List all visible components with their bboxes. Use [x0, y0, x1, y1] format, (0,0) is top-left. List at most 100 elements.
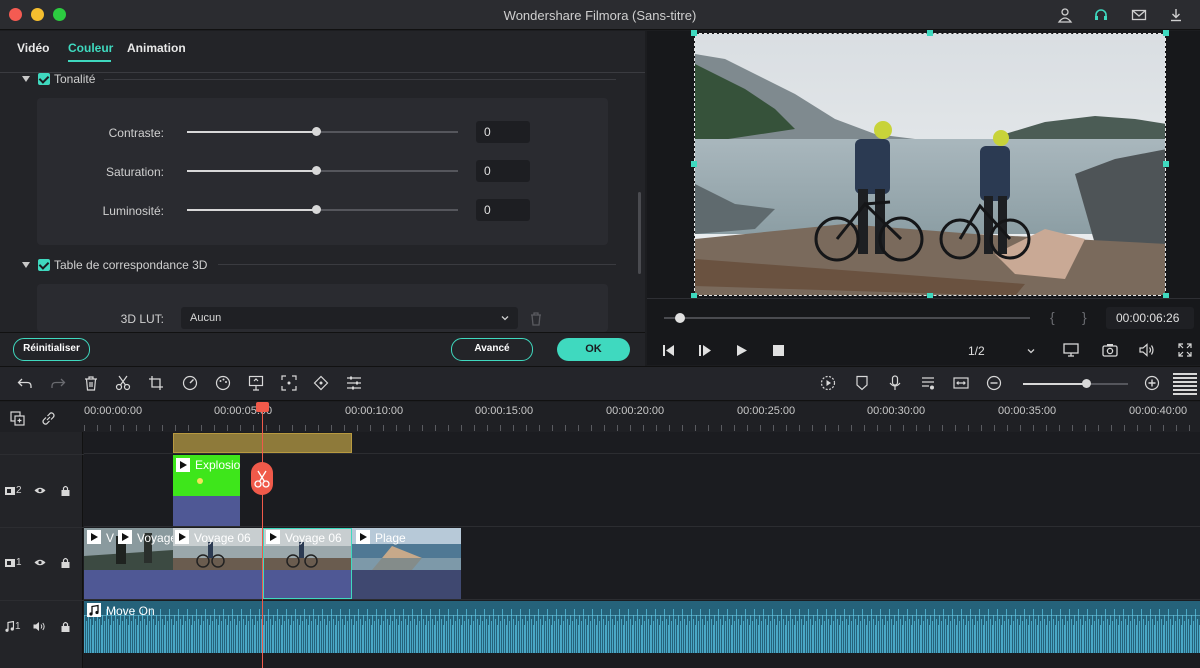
scissors-icon[interactable] [115, 375, 131, 391]
lock-icon[interactable] [61, 621, 70, 632]
divider [0, 527, 84, 528]
eye-icon[interactable] [34, 558, 46, 567]
eye-icon[interactable] [34, 486, 46, 495]
ruler-timecode: 00:00:40:00 [1129, 405, 1188, 417]
trash-icon[interactable] [529, 311, 543, 326]
pan-zoom-icon[interactable] [248, 375, 264, 391]
preview-ratio-select[interactable]: 1/2 [968, 344, 985, 358]
link-icon[interactable] [41, 411, 56, 426]
track-header-column [0, 432, 83, 668]
tab-video[interactable]: Vidéo [17, 41, 49, 55]
track-number: 2 [16, 485, 22, 496]
audio-meter-icon[interactable] [1173, 373, 1197, 395]
resize-handle[interactable] [1163, 161, 1169, 167]
video-clip-play-icon [356, 530, 370, 544]
lock-icon[interactable] [61, 485, 70, 496]
marker-icon[interactable] [854, 375, 870, 391]
audio-clip[interactable] [84, 601, 1200, 653]
playback-progress-knob[interactable] [675, 313, 685, 323]
stop-icon[interactable] [773, 345, 784, 356]
keyframe-tag-icon[interactable] [313, 375, 329, 391]
lut-checkbox[interactable] [38, 259, 50, 271]
audio-mixer-icon[interactable] [920, 375, 936, 391]
playback-progress-track[interactable] [664, 317, 1030, 319]
mark-out-button[interactable]: } [1082, 309, 1087, 325]
clip-name: V [106, 531, 115, 545]
ruler-timecode: 00:00:30:00 [867, 405, 926, 417]
resize-handle[interactable] [927, 30, 933, 36]
brightness-value-input[interactable]: 0 [476, 199, 530, 221]
reset-button[interactable]: Réinitialiser [13, 338, 90, 361]
redo-icon[interactable] [50, 375, 66, 391]
playhead-handle[interactable] [256, 402, 269, 412]
fullscreen-icon[interactable] [1178, 343, 1192, 357]
collapse-caret-icon[interactable] [22, 76, 30, 82]
video-clip-play-icon [118, 530, 132, 544]
contrast-slider-fill [187, 131, 316, 133]
clip-name: Voyage 06 [285, 531, 342, 545]
clip-name: Voyage 06 [194, 531, 251, 545]
track-number: 1 [16, 557, 22, 568]
video-track-icon [5, 487, 15, 495]
split-marker[interactable] [251, 462, 273, 495]
saturation-slider-knob[interactable] [312, 166, 321, 175]
saturation-value-input[interactable]: 0 [476, 160, 530, 182]
ok-button[interactable]: OK [557, 338, 630, 361]
undo-icon[interactable] [17, 375, 33, 391]
lock-icon[interactable] [61, 557, 70, 568]
scissors-icon [254, 470, 270, 488]
voiceover-mic-icon[interactable] [887, 375, 903, 391]
contrast-value-input[interactable]: 0 [476, 121, 530, 143]
title-bar: Wondershare Filmora (Sans-titre) [0, 0, 1200, 30]
panel-scrollbar[interactable] [638, 192, 641, 274]
play-pause-icon[interactable] [698, 344, 712, 357]
mark-in-button[interactable]: { [1050, 309, 1055, 325]
snapshot-camera-icon[interactable] [1102, 343, 1118, 357]
account-icon[interactable] [1057, 7, 1073, 23]
contrast-slider-knob[interactable] [312, 127, 321, 136]
previous-frame-icon[interactable] [662, 344, 676, 357]
tone-checkbox[interactable] [38, 73, 50, 85]
delete-icon[interactable] [83, 375, 99, 391]
stabilization-icon[interactable] [281, 375, 297, 391]
playhead-line [262, 410, 263, 668]
support-headset-icon[interactable] [1093, 7, 1109, 23]
zoom-out-icon[interactable] [986, 375, 1002, 391]
audio-adjust-icon[interactable] [346, 375, 362, 391]
video-clip-play-icon [176, 458, 190, 472]
display-monitor-icon[interactable] [1063, 343, 1079, 358]
timeline-zoom-knob[interactable] [1082, 379, 1091, 388]
divider [647, 298, 1200, 299]
advanced-button[interactable]: Avancé [451, 338, 533, 361]
tab-color[interactable]: Couleur [68, 41, 113, 55]
tab-animation[interactable]: Animation [127, 41, 186, 55]
explosion-spark [197, 478, 203, 484]
section-divider [104, 79, 616, 80]
resize-handle[interactable] [691, 161, 697, 167]
render-preview-icon[interactable] [820, 375, 836, 391]
brightness-slider-knob[interactable] [312, 205, 321, 214]
mail-icon[interactable] [1131, 7, 1147, 23]
lut-section-label: Table de correspondance 3D [54, 258, 208, 272]
speaker-icon[interactable] [33, 621, 46, 632]
collapse-caret-icon[interactable] [22, 262, 30, 268]
download-icon[interactable] [1168, 7, 1184, 23]
resize-handle[interactable] [691, 30, 697, 36]
divider [0, 72, 645, 73]
volume-icon[interactable] [1139, 343, 1155, 357]
crop-icon[interactable] [148, 375, 164, 391]
timeline-zoom-fill [1023, 383, 1086, 385]
add-track-icon[interactable] [10, 411, 25, 426]
video-preview-frame[interactable] [694, 33, 1166, 296]
resize-handle[interactable] [1163, 30, 1169, 36]
preview-timecode: 00:00:06:26 [1116, 311, 1180, 325]
play-icon[interactable] [736, 344, 748, 357]
fit-timeline-icon[interactable] [953, 375, 969, 391]
lut-select[interactable]: Aucun [181, 307, 518, 329]
zoom-in-icon[interactable] [1144, 375, 1160, 391]
speed-icon[interactable] [182, 375, 198, 391]
divider [0, 600, 84, 601]
window-title: Wondershare Filmora (Sans-titre) [503, 8, 697, 23]
color-palette-icon[interactable] [215, 375, 231, 391]
ruler-timecode: 00:00:10:00 [345, 405, 404, 417]
